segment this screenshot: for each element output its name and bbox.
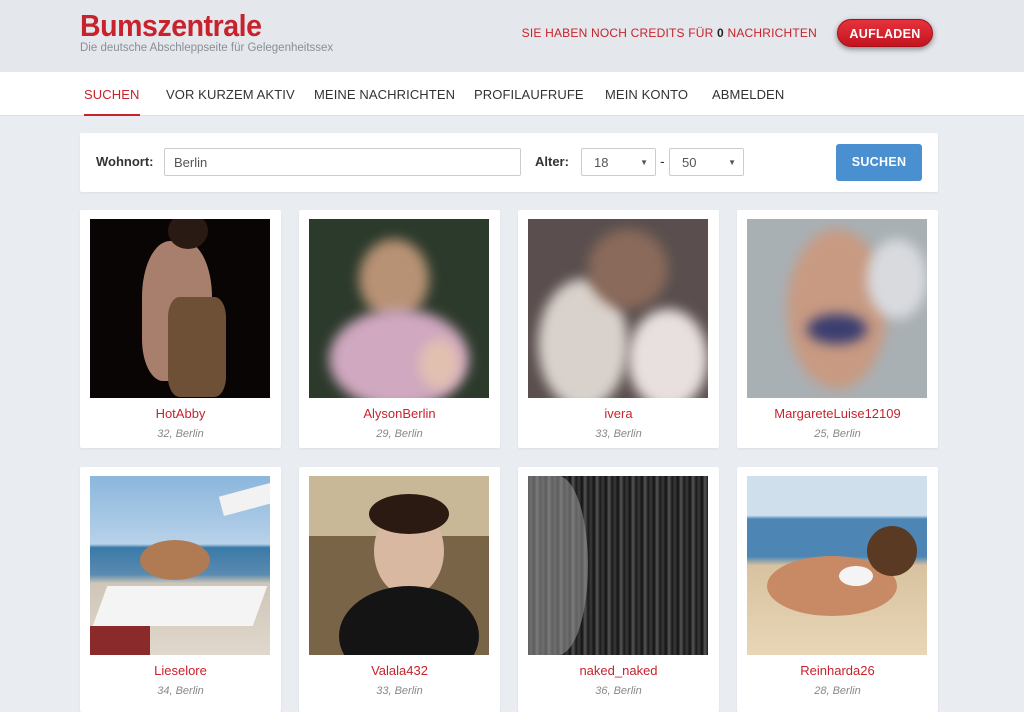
profile-card[interactable]: MargareteLuise12109 25, Berlin <box>737 210 938 448</box>
profile-card[interactable]: Valala432 33, Berlin <box>299 467 500 712</box>
profile-photo[interactable] <box>528 219 708 398</box>
profile-name[interactable]: Valala432 <box>299 663 500 678</box>
profile-name[interactable]: AlysonBerlin <box>299 406 500 421</box>
main-nav: SUCHEN VOR KURZEM AKTIV MEINE NACHRICHTE… <box>0 72 1024 116</box>
site-tagline: Die deutsche Abschleppseite für Gelegenh… <box>80 42 334 54</box>
profile-photo[interactable] <box>90 476 270 655</box>
profile-meta: 32, Berlin <box>157 428 204 440</box>
profile-card[interactable]: ivera 33, Berlin <box>518 210 719 448</box>
age-min-select[interactable]: 18 ▼ <box>581 148 656 176</box>
profile-meta: 28, Berlin <box>814 685 861 697</box>
nav-item-logout[interactable]: ABMELDEN <box>712 87 784 102</box>
profile-meta: 25, Berlin <box>814 428 861 440</box>
nav-item-search[interactable]: SUCHEN <box>84 87 140 116</box>
credits-prefix: SIE HABEN NOCH CREDITS FÜR <box>521 26 718 40</box>
profile-photo[interactable] <box>747 476 927 655</box>
profile-card[interactable]: naked_naked 36, Berlin <box>518 467 719 712</box>
location-input[interactable]: Berlin <box>164 148 521 176</box>
search-panel: Wohnort: Berlin Alter: 18 ▼ - 50 ▼ SUCHE… <box>80 133 938 192</box>
nav-item-account[interactable]: MEIN KONTO <box>605 87 688 102</box>
nav-item-profile-views[interactable]: PROFILAUFRUFE <box>474 87 584 102</box>
credits-suffix: NACHRICHTEN <box>723 26 817 40</box>
profile-meta: 34, Berlin <box>157 685 204 697</box>
search-button[interactable]: SUCHEN <box>836 144 922 181</box>
profile-photo[interactable] <box>90 219 270 398</box>
credits-notice: SIE HABEN NOCH CREDITS FÜR 0 NACHRICHTEN <box>522 26 817 40</box>
header: Bumszentrale Die deutsche Abschleppseite… <box>0 0 1024 72</box>
profile-card[interactable]: Reinharda26 28, Berlin <box>737 467 938 712</box>
profile-meta: 36, Berlin <box>595 685 642 697</box>
profile-photo[interactable] <box>747 219 927 398</box>
profile-name[interactable]: Lieselore <box>80 663 281 678</box>
nav-item-messages[interactable]: MEINE NACHRICHTEN <box>314 87 455 102</box>
profile-meta: 33, Berlin <box>376 685 423 697</box>
profile-name[interactable]: HotAbby <box>80 406 281 421</box>
profile-meta: 29, Berlin <box>376 428 423 440</box>
profile-photo[interactable] <box>528 476 708 655</box>
age-min-value: 18 <box>594 155 609 170</box>
profile-name[interactable]: Reinharda26 <box>737 663 938 678</box>
profile-name[interactable]: MargareteLuise12109 <box>737 406 938 421</box>
profile-name[interactable]: naked_naked <box>518 663 719 678</box>
age-max-select[interactable]: 50 ▼ <box>669 148 744 176</box>
age-separator: - <box>660 153 665 169</box>
reload-credits-button[interactable]: AUFLADEN <box>837 19 933 47</box>
profile-meta: 33, Berlin <box>595 428 642 440</box>
credits-count: 0 <box>717 26 724 40</box>
profile-card[interactable]: HotAbby 32, Berlin <box>80 210 281 448</box>
profile-card[interactable]: Lieselore 34, Berlin <box>80 467 281 712</box>
profile-photo[interactable] <box>309 476 489 655</box>
location-label: Wohnort: <box>96 154 154 169</box>
chevron-down-icon: ▼ <box>728 158 736 167</box>
profile-name[interactable]: ivera <box>518 406 719 421</box>
profile-card[interactable]: AlysonBerlin 29, Berlin <box>299 210 500 448</box>
nav-item-recently-active[interactable]: VOR KURZEM AKTIV <box>166 87 295 102</box>
site-logo[interactable]: Bumszentrale <box>80 8 262 44</box>
profile-photo[interactable] <box>309 219 489 398</box>
age-label: Alter: <box>535 154 569 169</box>
age-max-value: 50 <box>682 155 697 170</box>
chevron-down-icon: ▼ <box>640 158 648 167</box>
